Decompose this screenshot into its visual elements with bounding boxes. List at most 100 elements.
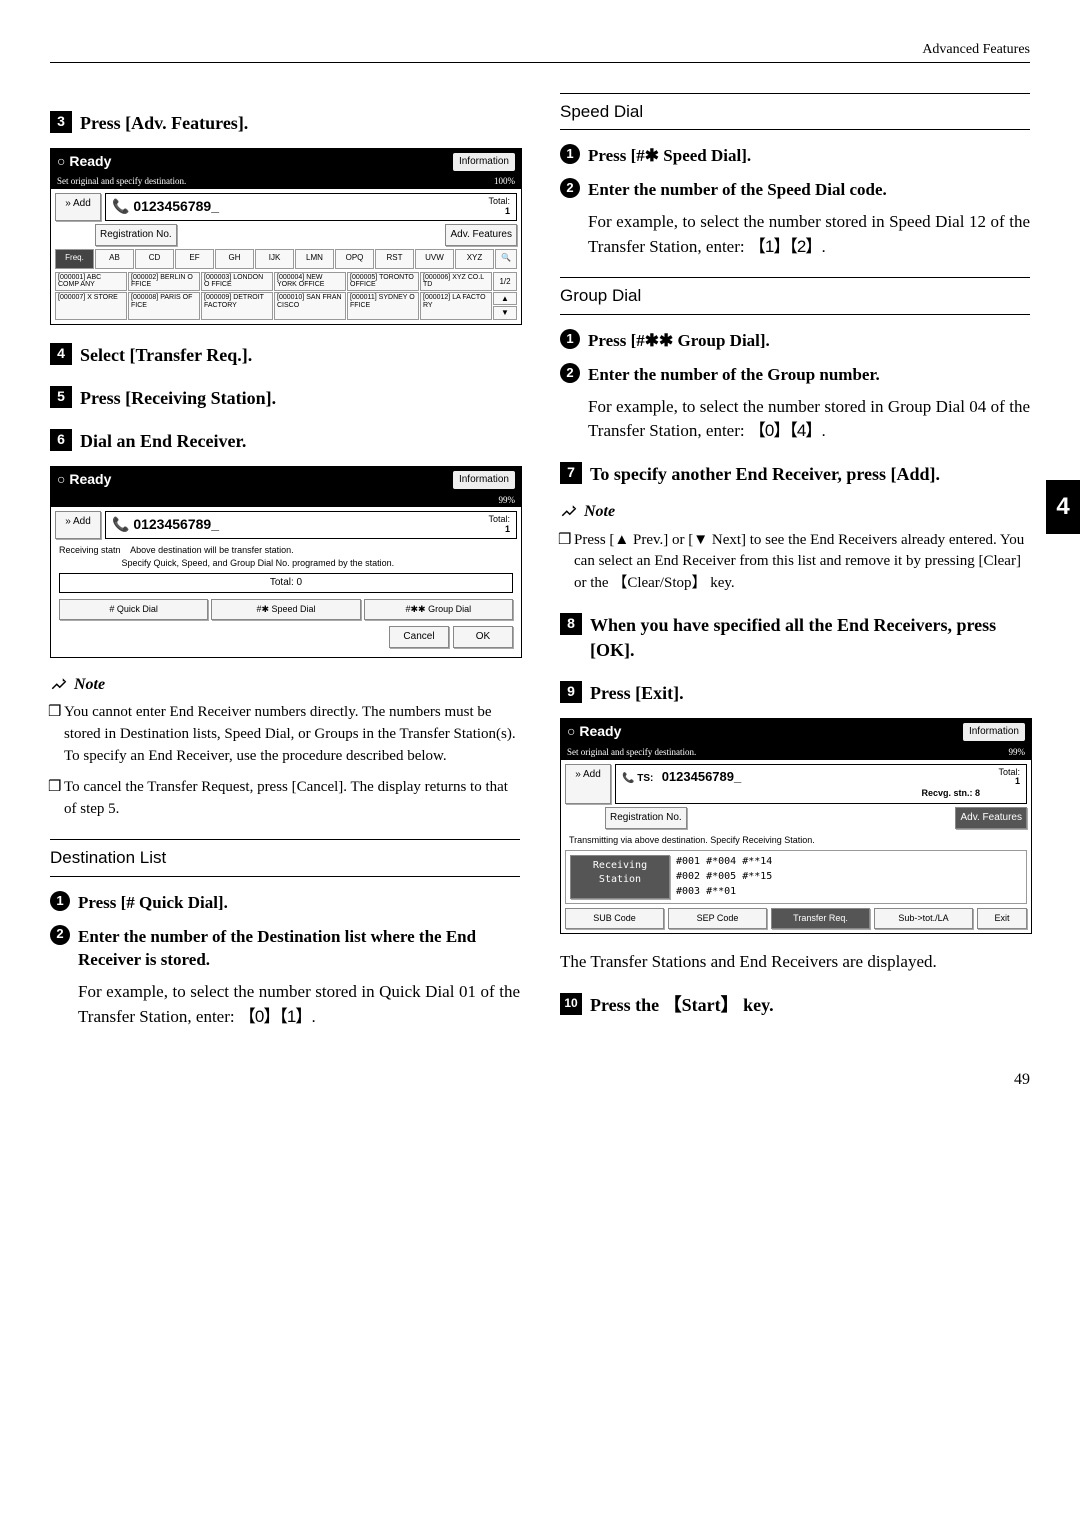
exit-button[interactable]: Exit	[977, 908, 1027, 929]
receiving-station-label: Receiving statn Above destination will b…	[55, 542, 517, 571]
note-item: You cannot enter End Receiver numbers di…	[64, 702, 520, 767]
divider	[560, 129, 1030, 130]
step-6: 6 Dial an End Receiver.	[50, 429, 520, 454]
substep-badge: 1	[50, 891, 70, 911]
dest-entry[interactable]: [000006] XYZ CO.L TD	[420, 272, 492, 291]
group-dial-heading: Group Dial	[560, 284, 1030, 308]
substep-2: 2 Enter the number of the Destination li…	[50, 925, 520, 973]
tab-rst[interactable]: RST	[375, 249, 414, 269]
registration-button[interactable]: Registration No.	[605, 807, 687, 829]
list-col: #*004#*005#**01	[706, 855, 736, 899]
dest-entry[interactable]: [000009] DETROIT FACTORY	[201, 292, 273, 319]
chapter-tab: 4	[1046, 480, 1080, 534]
tab-opq[interactable]: OPQ	[335, 249, 374, 269]
dest-entry[interactable]: [000012] LA FACTO RY	[420, 292, 492, 319]
magnify-icon[interactable]: 🔍	[495, 249, 517, 269]
step-7: 7 To specify another End Receiver, press…	[560, 462, 1030, 487]
step-badge: 10	[560, 993, 582, 1015]
tab-gh[interactable]: GH	[215, 249, 254, 269]
divider	[560, 93, 1030, 94]
step-3: 3 Press [Adv. Features].	[50, 111, 520, 136]
step-badge: 4	[50, 343, 72, 365]
tab-ab[interactable]: AB	[95, 249, 134, 269]
adv-features-button[interactable]: Adv. Features	[445, 224, 517, 246]
substep-badge: 1	[560, 329, 580, 349]
group-dial-button[interactable]: #✱✱ Group Dial	[364, 599, 513, 620]
tab-freq[interactable]: Freq.	[55, 249, 94, 269]
quick-dial-button[interactable]: # Quick Dial	[59, 599, 208, 620]
tab-cd[interactable]: CD	[135, 249, 174, 269]
step-badge: 5	[50, 386, 72, 408]
speed-dial-button[interactable]: #✱ Speed Dial	[211, 599, 360, 620]
info-button[interactable]: Information	[453, 471, 515, 489]
tab-xyz[interactable]: XYZ	[455, 249, 494, 269]
number-field[interactable]: 📞 0123456789_ Total:1	[105, 193, 517, 221]
page-number: 49	[50, 1069, 1030, 1091]
tab-uvw[interactable]: UVW	[415, 249, 454, 269]
destination-list-heading: Destination List	[50, 846, 520, 870]
adv-features-button[interactable]: Adv. Features	[955, 807, 1027, 829]
tab-ijk[interactable]: IJK	[255, 249, 294, 269]
status-line: Transmitting via above destination. Spec…	[565, 832, 1027, 849]
speed-dial-heading: Speed Dial	[560, 100, 1030, 124]
sub-code-button[interactable]: SUB Code	[565, 908, 664, 929]
note-icon	[560, 503, 578, 521]
dest-entry[interactable]: [000004] NEW YORK OFFICE	[274, 272, 346, 291]
list-col: #**14#**15	[742, 855, 772, 899]
substep-badge: 2	[560, 178, 580, 198]
right-column: Speed Dial 1 Press [#✱ Speed Dial]. 2 En…	[560, 93, 1030, 1040]
substep-2: 2 Enter the number of the Speed Dial cod…	[560, 178, 1030, 202]
dest-entry[interactable]: [000010] SAN FRAN CISCO	[274, 292, 346, 319]
list-col: #001#002#003	[676, 855, 700, 899]
substep-badge: 2	[560, 363, 580, 383]
step-badge: 6	[50, 429, 72, 451]
substep-1: 1 Press [#✱ Speed Dial].	[560, 144, 1030, 168]
registration-button[interactable]: Registration No.	[95, 224, 177, 246]
divider	[50, 876, 520, 877]
body-text: The Transfer Stations and End Receivers …	[560, 950, 1030, 975]
tab-ef[interactable]: EF	[175, 249, 214, 269]
step-4: 4 Select [Transfer Req.].	[50, 343, 520, 368]
number-field[interactable]: 📞 0123456789_ Total:1	[105, 511, 517, 539]
step-9: 9 Press [Exit].	[560, 681, 1030, 706]
divider	[50, 839, 520, 840]
transfer-req-button[interactable]: Transfer Req.	[771, 908, 870, 929]
add-button[interactable]: » Add	[55, 511, 101, 539]
dest-entry[interactable]: [000005] TORONTO OFFICE	[347, 272, 419, 291]
note-heading: Note	[50, 674, 520, 696]
dest-entry[interactable]: [000001] ABC COMP ANY	[55, 272, 127, 291]
cancel-button[interactable]: Cancel	[389, 626, 449, 648]
number-field[interactable]: 📞 TS: 0123456789_ Total:1 Recvg. stn.: 8	[615, 764, 1027, 804]
dest-entry[interactable]: [000007] X STORE	[55, 292, 127, 319]
dest-entry[interactable]: [000003] LONDON O FFICE	[201, 272, 273, 291]
step-badge: 9	[560, 681, 582, 703]
info-button[interactable]: Information	[963, 723, 1025, 741]
body-text: For example, to select the number stored…	[78, 980, 520, 1029]
body-text: For example, to select the number stored…	[588, 210, 1030, 259]
scroll-up-icon[interactable]: ▲	[493, 292, 517, 305]
dest-entry[interactable]: [000002] BERLIN O FFICE	[128, 272, 200, 291]
subtotal-button[interactable]: Sub->tot./LA	[874, 908, 973, 929]
step-5: 5 Press [Receiving Station].	[50, 386, 520, 411]
note-item: Press [▲ Prev.] or [▼ Next] to see the E…	[574, 530, 1030, 595]
substep-badge: 1	[560, 144, 580, 164]
ok-button[interactable]: OK	[453, 626, 513, 648]
info-button[interactable]: Information	[453, 153, 515, 171]
sep-code-button[interactable]: SEP Code	[668, 908, 767, 929]
scroll-down-icon[interactable]: ▼	[493, 306, 517, 319]
tab-lmn[interactable]: LMN	[295, 249, 334, 269]
add-button[interactable]: » Add	[55, 193, 101, 221]
body-text: For example, to select the number stored…	[588, 395, 1030, 444]
header-category: Advanced Features	[50, 40, 1030, 60]
dest-entry[interactable]: [000011] SYDNEY O FFICE	[347, 292, 419, 319]
receiving-station-button[interactable]: Receiving Station	[570, 855, 670, 899]
step-badge: 7	[560, 462, 582, 484]
dest-entry[interactable]: [000008] PARIS OF FICE	[128, 292, 200, 319]
screenshot-ready-1: ○ Ready Information Set original and spe…	[50, 148, 522, 325]
note-heading: Note	[560, 501, 1030, 523]
add-button[interactable]: » Add	[565, 764, 611, 804]
substep-2: 2 Enter the number of the Group number.	[560, 363, 1030, 387]
page-indicator: 1/2	[493, 272, 517, 291]
step-8: 8 When you have specified all the End Re…	[560, 613, 1030, 663]
substep-badge: 2	[50, 925, 70, 945]
